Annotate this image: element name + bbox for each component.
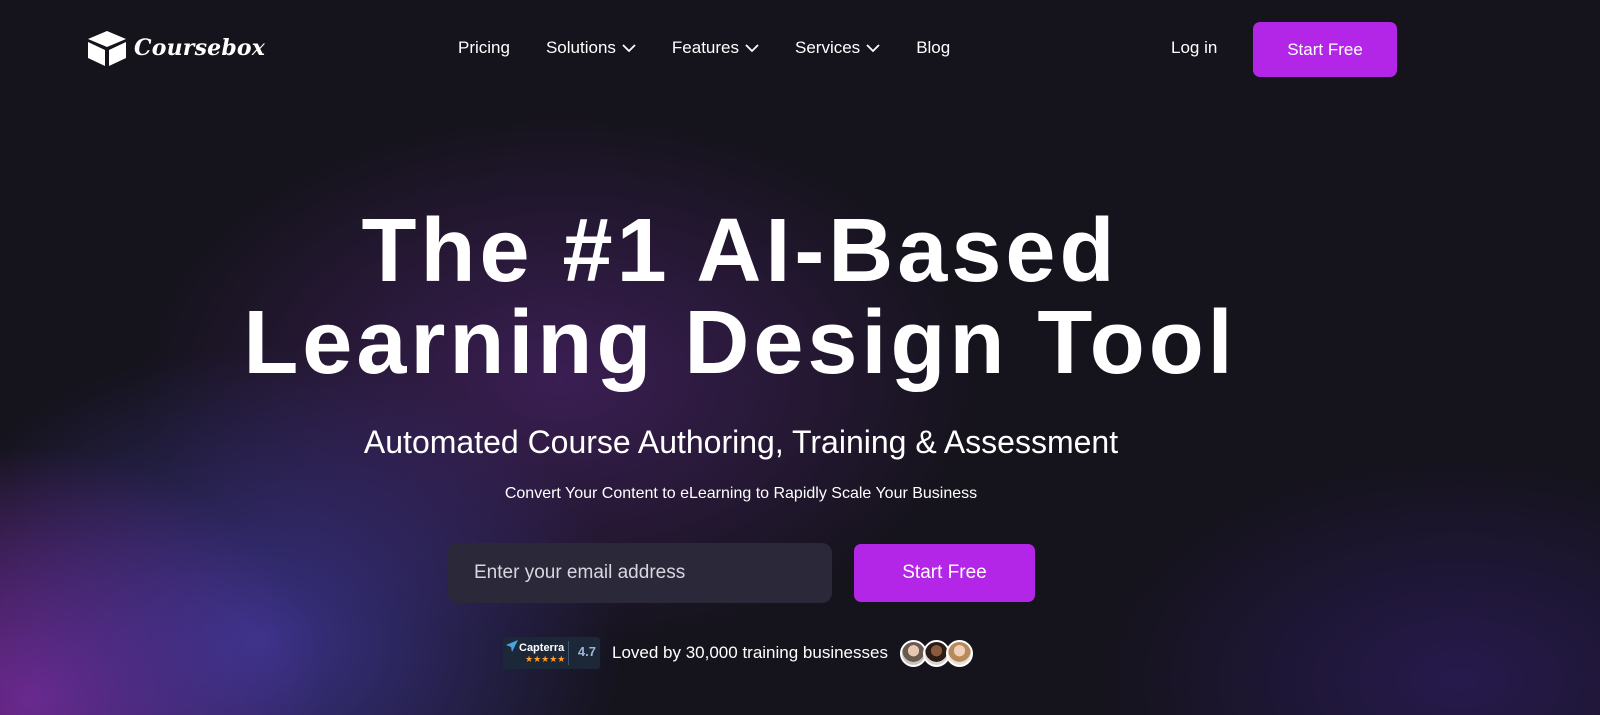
social-proof-text: Loved by 30,000 training businesses xyxy=(612,643,888,662)
nav-item-services[interactable]: Services xyxy=(795,38,880,58)
nav-item-blog[interactable]: Blog xyxy=(916,38,950,58)
login-link[interactable]: Log in xyxy=(1171,38,1217,58)
nav-item-label: Solutions xyxy=(545,38,616,57)
nav-item-label: Services xyxy=(795,38,861,57)
nav-item-features[interactable]: Features xyxy=(672,38,759,58)
main-nav: Pricing Solutions Features Services Blog xyxy=(458,38,950,58)
hero-title-line1: The #1 AI-Based xyxy=(361,201,1119,301)
avatar xyxy=(945,639,973,667)
hero-title-line2: Learning Design Tool xyxy=(243,293,1237,393)
capterra-stars: ★★★★★ xyxy=(525,653,566,664)
capterra-arrow-icon xyxy=(506,640,518,652)
nav-item-pricing[interactable]: Pricing xyxy=(458,38,510,58)
logo[interactable]: Coursebox xyxy=(86,29,265,67)
nav-item-solutions[interactable]: Solutions xyxy=(546,38,636,58)
badge-divider xyxy=(568,641,569,665)
social-proof: Capterra ★★★★★ 4.7 Loved by 30,000 train… xyxy=(503,637,973,669)
logo-text: Coursebox xyxy=(134,35,266,61)
hero-title: The #1 AI-Based Learning Design Tool xyxy=(0,205,1480,389)
chevron-down-icon xyxy=(866,43,880,52)
header-start-free-button[interactable]: Start Free xyxy=(1253,22,1397,77)
capterra-score: 4.7 xyxy=(577,644,596,659)
chevron-down-icon xyxy=(745,43,759,52)
avatar-group xyxy=(899,639,973,667)
hero-start-free-button[interactable]: Start Free xyxy=(854,544,1035,602)
hero-subtitle: Automated Course Authoring, Training & A… xyxy=(363,424,1119,460)
capterra-badge[interactable]: Capterra ★★★★★ 4.7 xyxy=(503,637,600,669)
chevron-down-icon xyxy=(622,43,636,52)
nav-item-label: Blog xyxy=(916,38,951,57)
box-logo-icon xyxy=(88,31,126,66)
nav-item-label: Pricing xyxy=(458,38,510,57)
hero-tagline: Convert Your Content to eLearning to Rap… xyxy=(504,485,978,502)
email-input[interactable] xyxy=(448,543,832,603)
capterra-name: Capterra xyxy=(519,641,565,654)
nav-item-label: Features xyxy=(671,38,739,57)
